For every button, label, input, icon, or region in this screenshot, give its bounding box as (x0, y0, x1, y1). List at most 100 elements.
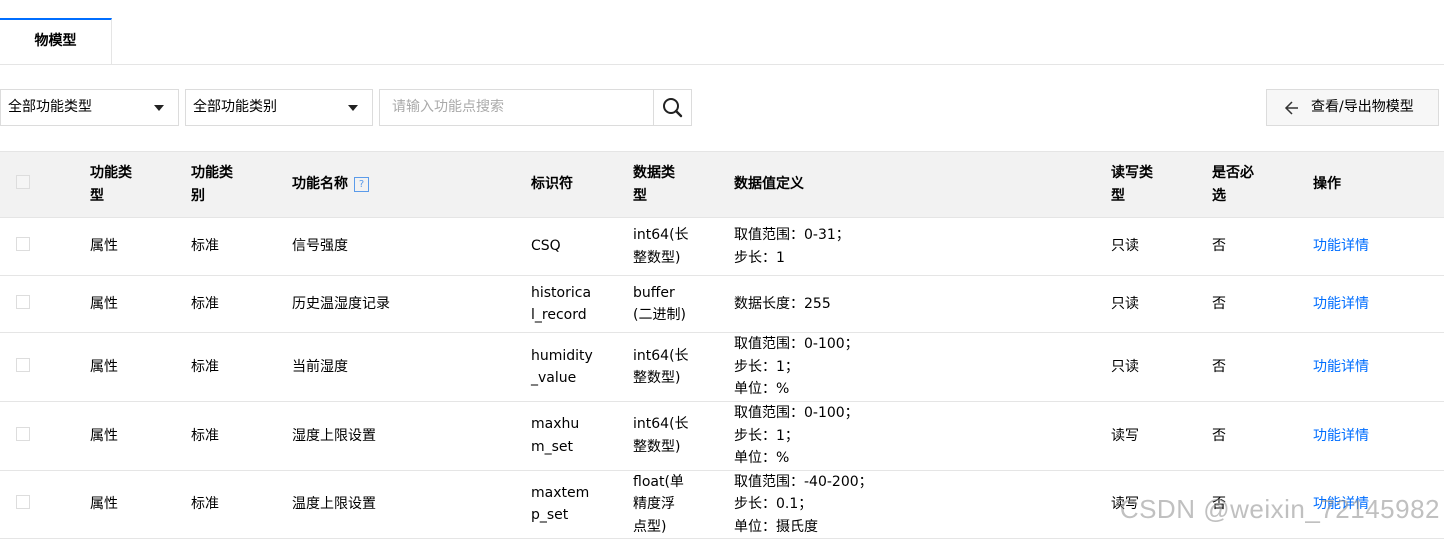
cell-data-type: int64(长 整数型) (633, 401, 734, 471)
cell-category: 标准 (191, 470, 292, 539)
function-detail-link[interactable]: 功能详情 (1313, 428, 1369, 444)
cell-name: 湿度上限设置 (292, 401, 531, 471)
cell-required: 否 (1212, 427, 1226, 444)
cell-required: 否 (1212, 401, 1313, 471)
row-checkbox[interactable] (16, 357, 30, 372)
cell-definition: 取值范围：0-100； 步长：1； 单位：% (734, 336, 859, 398)
function-type-select[interactable]: 全部功能类型 (0, 89, 179, 126)
col-header-definition: 数据值定义 (734, 151, 1111, 218)
cell-category: 标准 (191, 332, 292, 402)
cell-name: 历史温湿度记录 (292, 275, 531, 333)
cell-rw: 只读 (1111, 358, 1139, 375)
cell-required: 否 (1212, 332, 1313, 402)
cell-name: 当前湿度 (292, 358, 348, 375)
cell-definition: 数据长度：255 (734, 295, 831, 312)
search-button[interactable] (653, 90, 691, 125)
cell-rw: 只读 (1111, 332, 1212, 402)
cell-rw: 只读 (1111, 217, 1212, 276)
row-select-cell (0, 332, 90, 402)
cell-name: 温度上限设置 (292, 496, 376, 512)
function-detail-link[interactable]: 功能详情 (1313, 359, 1369, 375)
cell-category: 标准 (191, 295, 219, 312)
cell-rw: 只读 (1111, 238, 1139, 255)
cell-definition: 取值范围：0-31； 步长：1 (734, 227, 850, 266)
cell-name: 湿度上限设置 (292, 427, 376, 444)
select-all-checkbox[interactable] (16, 175, 30, 189)
cell-category: 标准 (191, 358, 219, 375)
cell-required: 否 (1212, 217, 1313, 276)
cell-category: 标准 (191, 401, 292, 471)
table-row: 属性 标准 信号强度 CSQ int64(长 整数型) 取值范围：0-31； 步长：1 只读… (0, 217, 1444, 276)
cell-definition: 取值范围：0-100； 步长：1； 单位：% (734, 405, 859, 466)
row-checkbox[interactable] (16, 294, 30, 309)
col-header-category: 功能类 别 (191, 151, 292, 218)
cell-identifier: historica l_record (531, 275, 633, 333)
cell-name: 当前湿度 (292, 332, 531, 402)
cell-definition: 取值范围：0-100； 步长：1； 单位：% (734, 332, 1111, 402)
cell-definition: 数据长度：255 (734, 275, 1111, 333)
function-detail-link[interactable]: 功能详情 (1313, 296, 1369, 312)
row-checkbox[interactable] (16, 237, 30, 252)
export-arrow-icon (1284, 101, 1298, 115)
action-cell: 功能详情 (1313, 275, 1444, 333)
row-checkbox[interactable] (16, 495, 30, 509)
cell-data-type: int64(长 整数型) (633, 416, 689, 455)
cell-category: 标准 (191, 275, 292, 333)
cell-data-type: float(单 精度浮 点型) (633, 470, 734, 539)
cell-data-type: float(单 精度浮 点型) (633, 473, 684, 535)
row-checkbox[interactable] (16, 426, 30, 441)
cell-data-type: int64(长 整数型) (633, 217, 734, 276)
table-header-row: 功能类 型 功能类 别 功能名称? 标识符 数据类 型 数据值定义 读写类 型 … (0, 151, 1444, 218)
col-header-required: 是否必 选 (1212, 151, 1313, 218)
col-header-type: 功能类 型 (90, 151, 191, 218)
cell-name: 信号强度 (292, 238, 348, 255)
table-row: 属性 标准 湿度上限设置 maxhu m_set int64(长 整数型) 取值范围：0-… (0, 401, 1444, 471)
row-select-cell (0, 275, 90, 333)
tab-thing-model[interactable]: 物模型 (0, 18, 112, 64)
cell-definition: 取值范围：-40-200； 步长：0.1； 单位：摄氏度 (734, 470, 1111, 539)
cell-identifier: humidity _value (531, 347, 593, 387)
col-header-name: 功能名称? (292, 151, 531, 218)
col-header-identifier: 标识符 (531, 151, 633, 218)
watermark: CSDN @weixin_72145982 (1119, 494, 1440, 524)
cell-rw: 只读 (1111, 275, 1212, 333)
cell-category: 标准 (191, 427, 219, 444)
col-header-data-type: 数据类 型 (633, 151, 734, 218)
cell-type: 属性 (90, 470, 191, 539)
function-category-select[interactable]: 全部功能类别 (185, 89, 373, 126)
view-export-model-button[interactable]: 查看/导出物模型 (1266, 89, 1439, 126)
search-box[interactable]: 请输入功能点搜索 (379, 89, 692, 126)
row-select-cell (0, 401, 90, 471)
thing-model-table: 功能类 型 功能类 别 功能名称? 标识符 数据类 型 数据值定义 读写类 型 … (0, 151, 1444, 539)
search-input[interactable]: 请输入功能点搜索 (392, 90, 504, 125)
cell-identifier: CSQ (531, 217, 633, 276)
action-cell: 功能详情 (1313, 217, 1444, 276)
cell-data-type: int64(长 整数型) (633, 227, 689, 266)
cell-name: 温度上限设置 (292, 470, 531, 539)
select-all-cell (0, 151, 90, 218)
cell-type: 属性 (90, 358, 118, 375)
caret-down-icon (348, 105, 358, 111)
cell-rw: 读写 (1111, 427, 1139, 444)
cell-required: 否 (1212, 238, 1226, 255)
cell-type: 属性 (90, 496, 118, 512)
cell-type: 属性 (90, 401, 191, 471)
col-header-rw: 读写类 型 (1111, 151, 1212, 218)
help-icon[interactable]: ? (354, 176, 369, 192)
cell-type: 属性 (90, 295, 118, 312)
cell-identifier: maxtem p_set (531, 484, 590, 524)
view-export-model-label: 查看/导出物模型 (1311, 99, 1414, 115)
cell-data-type: buffer (二进制) (633, 284, 686, 324)
cell-name: 信号强度 (292, 217, 531, 276)
cell-type: 属性 (90, 427, 118, 444)
cell-identifier: maxhu m_set (531, 416, 580, 455)
table-row: 属性 标准 当前湿度 humidity _value int64(长 整数型) 取值范围：… (0, 332, 1444, 402)
cell-type: 属性 (90, 238, 118, 255)
search-icon (663, 98, 683, 118)
cell-identifier: maxtem p_set (531, 470, 633, 539)
action-cell: 功能详情 (1313, 401, 1444, 471)
function-detail-link[interactable]: 功能详情 (1313, 238, 1369, 254)
table-row: 属性 标准 历史温湿度记录 historica l_record buffer (二进制… (0, 275, 1444, 333)
cell-identifier: CSQ (531, 238, 561, 255)
cell-category: 标准 (191, 238, 219, 255)
